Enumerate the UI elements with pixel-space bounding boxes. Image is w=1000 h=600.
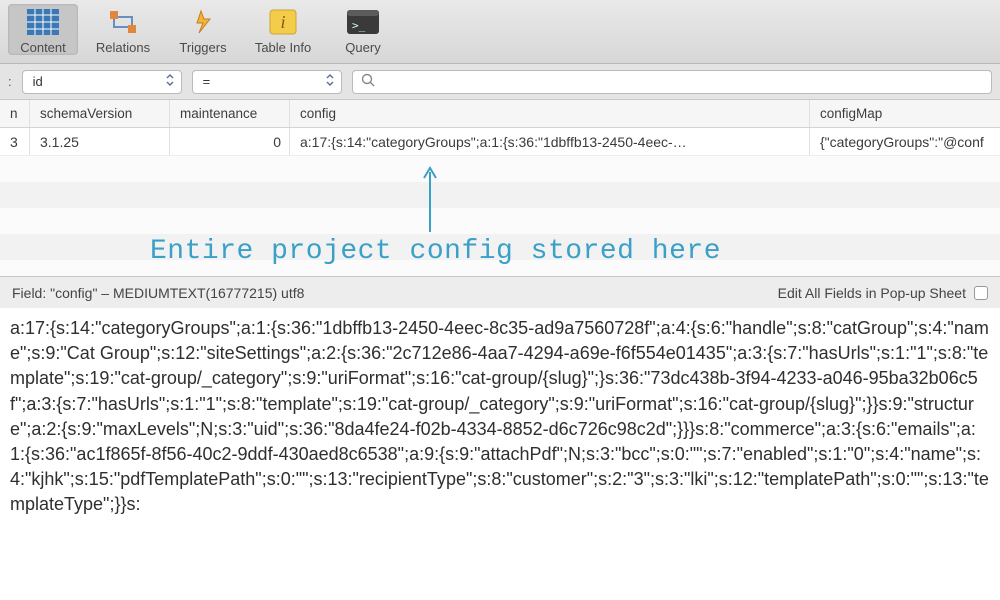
field-type-label: Field: "config" – MEDIUMTEXT(16777215) u… [12, 285, 304, 301]
table-icon [23, 6, 63, 38]
relations-icon [103, 6, 143, 38]
field-detail-bar: Field: "config" – MEDIUMTEXT(16777215) u… [0, 276, 1000, 308]
table-row[interactable]: 3 3.1.25 0 a:17:{s:14:"categoryGroups";a… [0, 128, 1000, 156]
search-icon [361, 73, 375, 90]
field-content-textview[interactable]: a:17:{s:14:"categoryGroups";a:1:{s:36:"1… [0, 308, 1000, 548]
col-header-schemaversion[interactable]: schemaVersion [30, 100, 170, 127]
filter-operator-select[interactable]: = [192, 70, 342, 94]
filter-search[interactable] [352, 70, 992, 94]
edit-popup-label: Edit All Fields in Pop-up Sheet [778, 285, 966, 301]
tab-label: Query [345, 40, 380, 55]
col-header-n[interactable]: n [0, 100, 30, 127]
cell-configmap: {"categoryGroups":"@conf [810, 128, 1000, 155]
tab-label: Triggers [179, 40, 226, 55]
annotation-arrow [420, 164, 440, 237]
filter-field-value: id [33, 74, 43, 89]
filter-bar: : id = [0, 64, 1000, 100]
edit-popup-checkbox[interactable] [974, 286, 988, 300]
tab-relations[interactable]: Relations [88, 4, 158, 55]
cell-config: a:17:{s:14:"categoryGroups";a:1:{s:36:"1… [290, 128, 810, 155]
chevron-updown-icon [157, 74, 175, 89]
tab-triggers[interactable]: Triggers [168, 4, 238, 55]
cell-n: 3 [0, 128, 30, 155]
svg-text:i: i [280, 12, 285, 32]
col-header-maintenance[interactable]: maintenance [170, 100, 290, 127]
triggers-icon [183, 6, 223, 38]
table-header: n schemaVersion maintenance config confi… [0, 100, 1000, 128]
tab-label: Content [20, 40, 66, 55]
filter-field-select[interactable]: id [22, 70, 182, 94]
filter-prefix: : [8, 74, 12, 89]
chevron-updown-icon [317, 74, 335, 89]
info-icon: i [263, 6, 303, 38]
cell-maintenance: 0 [170, 128, 290, 155]
filter-search-input[interactable] [381, 74, 983, 89]
col-header-config[interactable]: config [290, 100, 810, 127]
tab-label: Table Info [255, 40, 311, 55]
tab-tableinfo[interactable]: i Table Info [248, 4, 318, 55]
annotation-text: Entire project config stored here [150, 236, 721, 267]
tab-query[interactable]: >_ Query [328, 4, 398, 55]
col-header-configmap[interactable]: configMap [810, 100, 1000, 127]
tab-label: Relations [96, 40, 150, 55]
cell-schemaversion: 3.1.25 [30, 128, 170, 155]
filter-operator-value: = [203, 74, 211, 89]
table-empty-area: Entire project config stored here [0, 156, 1000, 276]
tab-content[interactable]: Content [8, 4, 78, 55]
svg-text:>_: >_ [352, 19, 366, 32]
terminal-icon: >_ [343, 6, 383, 38]
toolbar: Content Relations Triggers i Table I [0, 0, 1000, 64]
